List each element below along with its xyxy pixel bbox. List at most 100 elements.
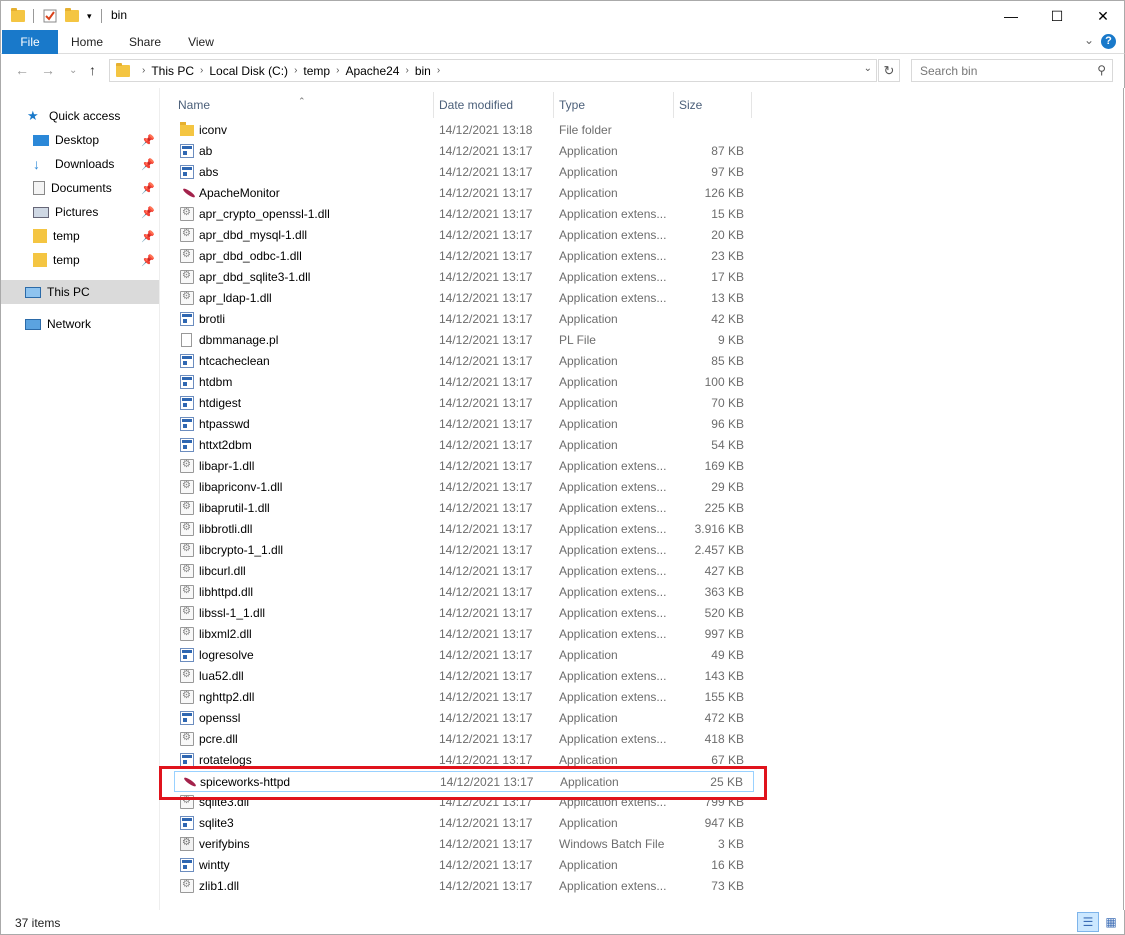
file-date-modified: 14/12/2021 13:17 <box>439 165 533 179</box>
file-row[interactable]: htcacheclean 14/12/2021 13:17 Application 8… <box>174 351 754 372</box>
file-row[interactable]: brotli 14/12/2021 13:17 Application 42 KB <box>174 309 754 330</box>
file-row[interactable]: abs 14/12/2021 13:17 Application 97 KB <box>174 162 754 183</box>
pin-icon[interactable]: 📌 <box>141 254 155 267</box>
application-icon <box>180 648 194 662</box>
pin-icon[interactable]: 📌 <box>141 134 155 147</box>
file-name: libaprutil-1.dll <box>199 501 270 515</box>
file-row[interactable]: apr_ldap-1.dll 14/12/2021 13:17 Applicatio… <box>174 288 754 309</box>
file-row[interactable]: ApacheMonitor 14/12/2021 13:17 Application… <box>174 183 754 204</box>
file-row[interactable]: apr_dbd_mysql-1.dll 14/12/2021 13:17 Appli… <box>174 225 754 246</box>
file-row[interactable]: libcurl.dll 14/12/2021 13:17 Application e… <box>174 561 754 582</box>
nav-item-downloads[interactable]: ↓ Downloads 📌 <box>1 152 159 176</box>
file-row[interactable]: apr_dbd_odbc-1.dll 14/12/2021 13:17 Applic… <box>174 246 754 267</box>
file-date-modified: 14/12/2021 13:17 <box>439 543 533 557</box>
pin-icon[interactable]: 📌 <box>141 182 155 195</box>
chevron-right-icon[interactable]: › <box>198 65 205 76</box>
search-input[interactable]: Search bin ⚲ <box>911 59 1113 82</box>
file-row[interactable]: logresolve 14/12/2021 13:17 Application 49 … <box>174 645 754 666</box>
chevron-down-icon[interactable]: ⌄ <box>864 63 872 74</box>
file-row[interactable]: libxml2.dll 14/12/2021 13:17 Application e… <box>174 624 754 645</box>
breadcrumb-temp[interactable]: temp <box>299 64 334 78</box>
file-row[interactable]: htdigest 14/12/2021 13:17 Application 70 KB <box>174 393 754 414</box>
file-row[interactable]: iconv 14/12/2021 13:18 File folder <box>174 120 754 141</box>
file-date-modified: 14/12/2021 13:17 <box>439 879 533 893</box>
nav-item-temp[interactable]: temp 📌 <box>1 248 159 272</box>
batch-file-icon <box>180 837 194 851</box>
file-row[interactable]: htpasswd 14/12/2021 13:17 Application 96 KB <box>174 414 754 435</box>
column-header-name[interactable]: Name ⌃ <box>160 92 434 118</box>
refresh-button[interactable]: ↻ <box>878 59 900 82</box>
details-view-button[interactable]: ☰ <box>1077 912 1099 932</box>
file-row[interactable]: libcrypto-1_1.dll 14/12/2021 13:17 Applica… <box>174 540 754 561</box>
file-size: 15 KB <box>711 207 744 221</box>
file-row[interactable]: httxt2dbm 14/12/2021 13:17 Application 54 K… <box>174 435 754 456</box>
nav-item-quick-access[interactable]: ★ Quick access <box>1 104 159 128</box>
close-button[interactable]: ✕ <box>1080 1 1125 31</box>
file-row[interactable]: nghttp2.dll 14/12/2021 13:17 Application e… <box>174 687 754 708</box>
up-button[interactable]: ↑ <box>89 62 96 78</box>
customize-toolbar-icon[interactable]: ▾ <box>87 8 92 24</box>
file-row[interactable]: zlib1.dll 14/12/2021 13:17 Application ext… <box>174 876 754 897</box>
pin-icon[interactable]: 📌 <box>141 230 155 243</box>
recent-locations-button[interactable]: ⌄ <box>69 65 77 76</box>
chevron-right-icon[interactable]: › <box>140 65 147 76</box>
dll-file-icon <box>180 627 194 641</box>
pin-icon[interactable]: 📌 <box>141 158 155 171</box>
file-row[interactable]: libhttpd.dll 14/12/2021 13:17 Application … <box>174 582 754 603</box>
file-row[interactable]: dbmmanage.pl 14/12/2021 13:17 PL File 9 KB <box>174 330 754 351</box>
file-row[interactable]: openssl 14/12/2021 13:17 Application 472 KB <box>174 708 754 729</box>
chevron-right-icon[interactable]: › <box>435 65 442 76</box>
column-header-size[interactable]: Size <box>674 92 752 118</box>
file-row[interactable]: lua52.dll 14/12/2021 13:17 Application ext… <box>174 666 754 687</box>
file-row[interactable]: ab 14/12/2021 13:17 Application 87 KB <box>174 141 754 162</box>
file-row[interactable]: apr_dbd_sqlite3-1.dll 14/12/2021 13:17 App… <box>174 267 754 288</box>
title-bar: ▾ bin — ☐ ✕ <box>0 0 1125 30</box>
file-row[interactable]: wintty 14/12/2021 13:17 Application 16 KB <box>174 855 754 876</box>
nav-item-pictures[interactable]: Pictures 📌 <box>1 200 159 224</box>
file-row[interactable]: libapr-1.dll 14/12/2021 13:17 Application … <box>174 456 754 477</box>
properties-icon[interactable] <box>43 8 57 24</box>
file-row[interactable]: htdbm 14/12/2021 13:17 Application 100 KB <box>174 372 754 393</box>
chevron-right-icon[interactable]: › <box>334 65 341 76</box>
nav-item-documents[interactable]: Documents 📌 <box>1 176 159 200</box>
minimize-button[interactable]: — <box>988 1 1034 31</box>
file-row[interactable]: libaprutil-1.dll 14/12/2021 13:17 Applicat… <box>174 498 754 519</box>
breadcrumb-apache24[interactable]: Apache24 <box>341 64 403 78</box>
pin-icon[interactable]: 📌 <box>141 206 155 219</box>
maximize-button[interactable]: ☐ <box>1034 1 1080 31</box>
file-row[interactable]: verifybins 14/12/2021 13:17 Windows Batch … <box>174 834 754 855</box>
new-folder-icon[interactable] <box>65 8 79 24</box>
file-name: apr_crypto_openssl-1.dll <box>199 207 330 221</box>
column-header-date[interactable]: Date modified <box>434 92 554 118</box>
nav-item-this-pc[interactable]: This PC <box>1 280 159 304</box>
computer-icon <box>25 286 41 298</box>
column-header-type[interactable]: Type <box>554 92 674 118</box>
nav-item-temp[interactable]: temp 📌 <box>1 224 159 248</box>
breadcrumb-bin[interactable]: bin <box>411 64 435 78</box>
help-icon[interactable]: ? <box>1101 34 1116 49</box>
tab-view[interactable]: View <box>177 30 225 54</box>
tab-share[interactable]: Share <box>121 30 169 54</box>
nav-item-desktop[interactable]: Desktop 📌 <box>1 128 159 152</box>
tab-home[interactable]: Home <box>63 30 111 54</box>
address-bar[interactable]: › This PC › Local Disk (C:) › temp › Apa… <box>109 59 877 82</box>
large-icons-view-button[interactable]: ▦ <box>1100 912 1122 932</box>
chevron-right-icon[interactable]: › <box>403 65 410 76</box>
file-row[interactable]: libssl-1_1.dll 14/12/2021 13:17 Applicatio… <box>174 603 754 624</box>
application-icon <box>180 165 194 179</box>
file-row[interactable]: sqlite3 14/12/2021 13:17 Application 947 KB <box>174 813 754 834</box>
forward-button[interactable]: → <box>41 62 55 78</box>
chevron-right-icon[interactable]: › <box>292 65 299 76</box>
expand-ribbon-icon[interactable]: ⌄ <box>1084 33 1094 47</box>
nav-item-network[interactable]: Network <box>1 312 159 336</box>
file-row[interactable]: apr_crypto_openssl-1.dll 14/12/2021 13:17… <box>174 204 754 225</box>
back-button[interactable]: ← <box>15 62 29 78</box>
file-row[interactable]: libbrotli.dll 14/12/2021 13:17 Application… <box>174 519 754 540</box>
file-row[interactable]: pcre.dll 14/12/2021 13:17 Application exte… <box>174 729 754 750</box>
breadcrumb-this-pc[interactable]: This PC <box>147 64 198 78</box>
breadcrumb-local-disk[interactable]: Local Disk (C:) <box>205 64 292 78</box>
file-type: Application extens... <box>559 606 667 620</box>
file-row[interactable]: libapriconv-1.dll 14/12/2021 13:17 Applica… <box>174 477 754 498</box>
tab-file[interactable]: File <box>2 30 58 54</box>
file-size: 363 KB <box>704 585 744 599</box>
